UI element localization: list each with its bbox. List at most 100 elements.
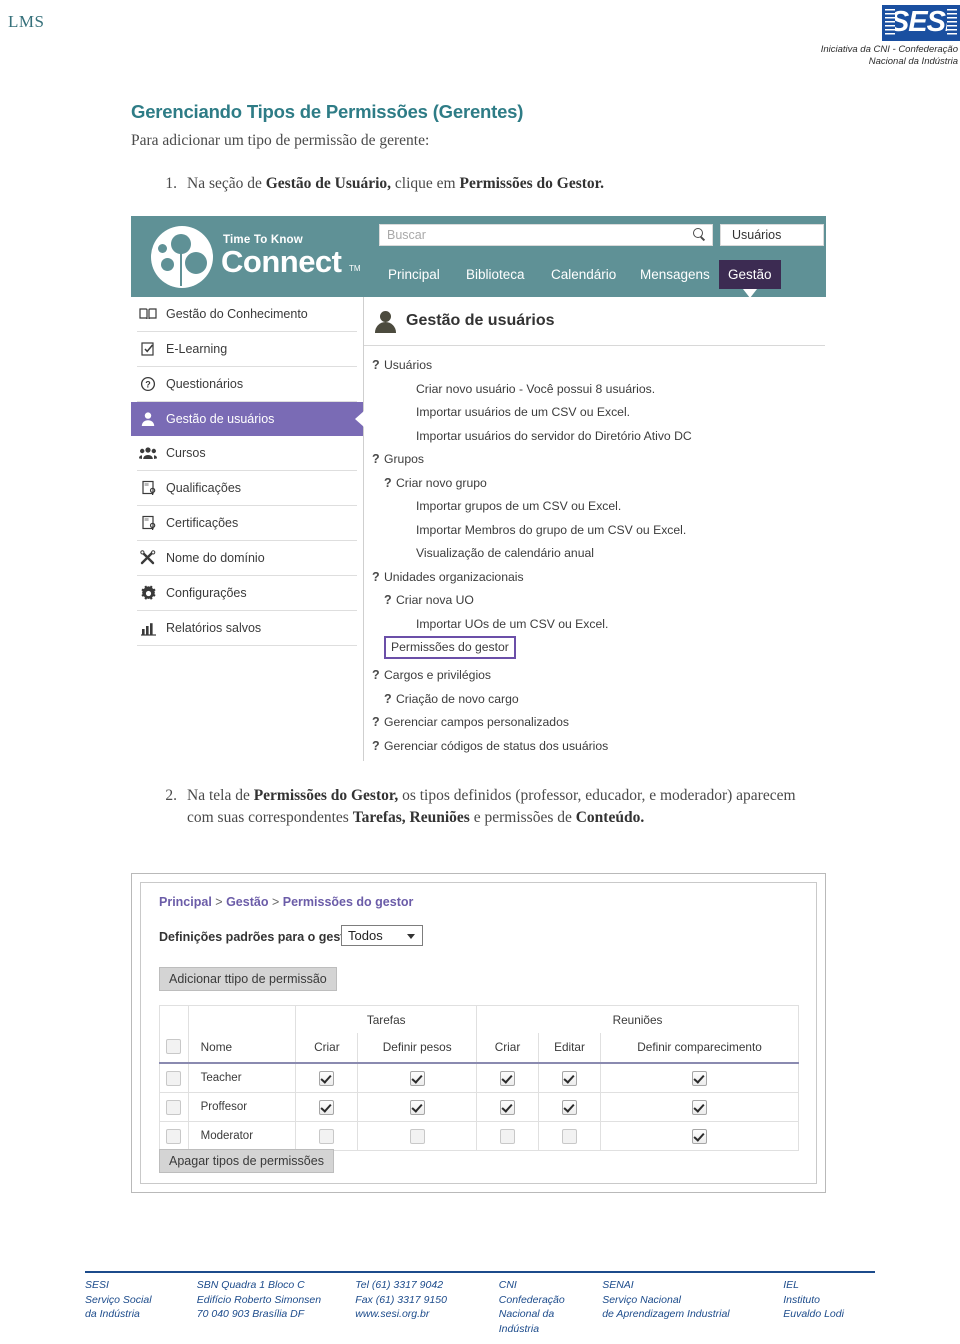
list-item[interactable]: ? Gerenciar códigos de status dos usuário… xyxy=(372,735,825,759)
checkbox[interactable] xyxy=(562,1099,578,1115)
checkbox[interactable] xyxy=(499,1070,515,1086)
checkbox[interactable] xyxy=(409,1070,425,1086)
sidebar-item-configuracoes[interactable]: Configurações xyxy=(137,576,357,611)
nav-item-gestao[interactable]: Gestão xyxy=(719,260,781,298)
footer-column-contact: Tel (61) 3317 9042 Fax (61) 3317 9150 ww… xyxy=(355,1278,498,1336)
permissions-table: Tarefas Reuniões Nome Criar Definir peso… xyxy=(159,1005,800,1151)
nav-item-biblioteca[interactable]: Biblioteca xyxy=(457,260,534,289)
cell-tarefas-criar[interactable] xyxy=(295,1121,359,1151)
checkbox[interactable] xyxy=(692,1128,708,1144)
cell-reunioes-editar[interactable] xyxy=(537,1092,602,1122)
list-item[interactable]: Visualização de calendário anual xyxy=(416,542,825,566)
checkbox[interactable] xyxy=(562,1128,578,1144)
column-header-reunioes-criar: Criar xyxy=(475,1033,539,1064)
main-panel-title: Gestão de usuários xyxy=(406,312,555,329)
sesi-tagline: Iniciativa da CNI - Confederação Naciona… xyxy=(821,44,960,68)
nav-label-biblioteca: Biblioteca xyxy=(466,267,525,282)
row-select-cell[interactable] xyxy=(159,1121,189,1151)
list-item[interactable]: Importar UOs de um CSV ou Excel. xyxy=(416,613,825,637)
list-item[interactable]: Importar usuários do servidor do Diretór… xyxy=(416,425,825,449)
svg-text:?: ? xyxy=(145,379,151,389)
row-select-checkbox[interactable] xyxy=(166,1099,182,1115)
sidebar-item-cursos[interactable]: Cursos xyxy=(137,436,357,471)
manager-scope-select[interactable]: Todos xyxy=(341,925,423,946)
sidebar-item-nome-do-dominio[interactable]: Nome do domínio xyxy=(137,541,357,576)
checkbox[interactable] xyxy=(409,1128,425,1144)
cell-reunioes-editar[interactable] xyxy=(537,1121,602,1151)
checkbox[interactable] xyxy=(319,1070,335,1086)
select-all-checkbox[interactable] xyxy=(166,1039,182,1055)
nav-item-mensagens[interactable]: Mensagens xyxy=(631,260,719,289)
list-item[interactable]: ? Unidades organizacionais xyxy=(372,566,825,590)
cell-reunioes-comparecimento[interactable] xyxy=(600,1121,799,1151)
search-icon[interactable] xyxy=(693,228,706,242)
sidebar-item-gestao-do-conhecimento[interactable]: Gestão do Conhecimento xyxy=(137,297,357,332)
row-select-cell[interactable] xyxy=(159,1092,189,1122)
nav-item-calendario[interactable]: Calendário xyxy=(542,260,625,289)
sidebar-item-e-learning[interactable]: E-Learning xyxy=(137,332,357,367)
cell-tarefas-pesos[interactable] xyxy=(357,1092,477,1122)
list-item[interactable]: Importar grupos de um CSV ou Excel. xyxy=(416,495,825,519)
user-management-link-list: ? Usuários Criar novo usuário - Você poss… xyxy=(364,346,825,758)
cell-reunioes-criar[interactable] xyxy=(475,1092,539,1122)
list-item[interactable]: ? Cargos e privilégios xyxy=(372,664,825,688)
checkbox[interactable] xyxy=(319,1099,335,1115)
breadcrumb-item-principal[interactable]: Principal xyxy=(159,895,212,909)
list-item[interactable]: ? Grupos xyxy=(372,448,825,472)
list-item[interactable]: ? Gerenciar campos personalizados xyxy=(372,711,825,735)
column-header-reunioes-editar: Editar xyxy=(537,1033,602,1064)
breadcrumb-item-permissoes-do-gestor[interactable]: Permissões do gestor xyxy=(283,895,414,909)
cell-tarefas-pesos[interactable] xyxy=(357,1062,477,1093)
sidebar-label: Qualificações xyxy=(166,481,242,495)
footer-line: SESI xyxy=(85,1279,109,1291)
footer-line: Fax (61) 3317 9150 xyxy=(355,1293,447,1306)
list-item[interactable]: Importar usuários de um CSV ou Excel. xyxy=(416,401,825,425)
sidebar-item-questionarios[interactable]: ? Questionários xyxy=(137,367,357,402)
checkbox[interactable] xyxy=(562,1070,578,1086)
list-item[interactable]: Criar novo usuário - Você possui 8 usuár… xyxy=(416,378,825,402)
sidebar-item-certificacoes[interactable]: Certificações xyxy=(137,506,357,541)
sidebar-item-relatorios-salvos[interactable]: Relatórios salvos xyxy=(137,611,357,646)
checkbox[interactable] xyxy=(692,1070,708,1086)
list-item[interactable]: ? Usuários xyxy=(372,354,825,378)
checkbox[interactable] xyxy=(319,1128,335,1144)
step-2-part3: e permissões de xyxy=(469,809,576,826)
checkbox[interactable] xyxy=(499,1099,515,1115)
cell-reunioes-editar[interactable] xyxy=(537,1062,602,1093)
step-2-number: 2. xyxy=(165,787,177,804)
cell-reunioes-comparecimento[interactable] xyxy=(600,1092,799,1122)
breadcrumb-item-gestao[interactable]: Gestão xyxy=(226,895,268,909)
sesi-tagline-line2: Nacional da Indústria xyxy=(868,56,958,67)
footer-column-sesi: SESI Serviço Social da Indústria xyxy=(85,1278,197,1336)
checkbox[interactable] xyxy=(692,1099,708,1115)
cell-reunioes-comparecimento[interactable] xyxy=(600,1062,799,1093)
list-item-label: Grupos xyxy=(384,452,424,466)
screenshot-manager-permissions: Principal > Gestão > Permissões do gesto… xyxy=(131,873,826,1193)
delete-permission-types-button[interactable]: Apagar tipos de permissões xyxy=(159,1149,334,1173)
list-item[interactable]: Importar Membros do grupo de um CSV ou E… xyxy=(416,519,825,543)
footer-link-website[interactable]: www.sesi.org.br xyxy=(355,1307,488,1322)
select-all-cell[interactable] xyxy=(159,1033,189,1064)
row-select-checkbox[interactable] xyxy=(166,1070,182,1086)
list-item[interactable]: ? Criação de novo cargo xyxy=(384,688,825,712)
sidebar-item-gestao-de-usuarios[interactable]: Gestão de usuários xyxy=(131,402,364,436)
footer-line: SBN Quadra 1 Bloco C xyxy=(196,1279,305,1291)
add-permission-type-button[interactable]: Adicionar ttipo de permissão xyxy=(159,967,337,991)
cell-tarefas-criar[interactable] xyxy=(295,1062,359,1093)
list-item[interactable]: ? Criar novo grupo xyxy=(384,472,825,496)
user-scope-box[interactable]: Usuários xyxy=(720,224,824,246)
checkbox[interactable] xyxy=(409,1099,425,1115)
list-item-highlighted[interactable]: Permissões do gestor xyxy=(372,636,825,664)
cell-tarefas-pesos[interactable] xyxy=(357,1121,477,1151)
row-select-checkbox[interactable] xyxy=(166,1128,182,1144)
checkbox[interactable] xyxy=(499,1128,515,1144)
cell-tarefas-criar[interactable] xyxy=(295,1092,359,1122)
row-name: Teacher xyxy=(187,1062,297,1093)
cell-reunioes-criar[interactable] xyxy=(475,1062,539,1093)
nav-item-principal[interactable]: Principal xyxy=(379,260,449,289)
sidebar-item-qualificacoes[interactable]: Qualificações xyxy=(137,471,357,506)
search-input[interactable]: Buscar xyxy=(379,224,713,246)
row-select-cell[interactable] xyxy=(159,1062,189,1093)
cell-reunioes-criar[interactable] xyxy=(475,1121,539,1151)
list-item[interactable]: ? Criar nova UO xyxy=(384,589,825,613)
